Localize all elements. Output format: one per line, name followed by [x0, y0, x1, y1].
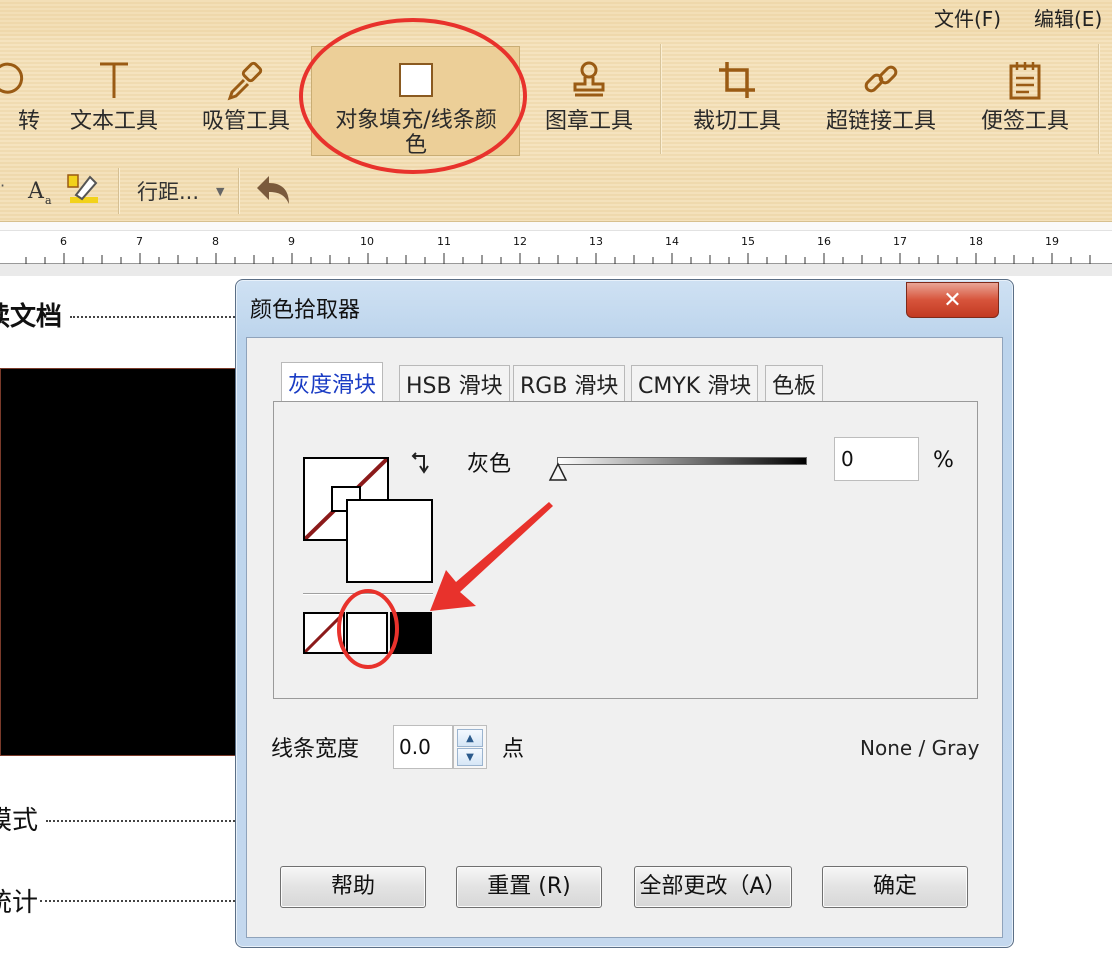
- reset-button[interactable]: 重置 (R): [456, 866, 602, 908]
- ruler-tick-label: 13: [589, 235, 603, 248]
- help-button[interactable]: 帮助: [280, 866, 426, 908]
- ruler-tick-label: 8: [212, 235, 219, 248]
- spin-up-icon[interactable]: ▲: [457, 729, 483, 747]
- eyedropper-tool-button[interactable]: 吸管工具: [194, 52, 298, 136]
- color-mode-label: None / Gray: [860, 736, 980, 760]
- menu-file[interactable]: 文件(F): [934, 3, 1001, 32]
- fill-line-color-label-line2: 色: [404, 133, 427, 158]
- ruler-tick-label: 7: [136, 235, 143, 248]
- swatch-divider: [303, 593, 433, 595]
- crop-tool-label: 裁切工具: [692, 109, 781, 134]
- line-width-input[interactable]: [393, 725, 453, 769]
- ruler-tick-label: 6: [60, 235, 67, 248]
- note-icon: [972, 52, 1078, 108]
- text-tool-label: 文本工具: [69, 109, 158, 134]
- rotate-icon: [0, 52, 40, 108]
- ruler-tick-label: 14: [665, 235, 679, 248]
- doc-leader-dots: [70, 316, 235, 318]
- ruler-tick-label: 15: [741, 235, 755, 248]
- ruler-tick-label: 17: [893, 235, 907, 248]
- rotate-tool-label: 转: [17, 109, 40, 134]
- svg-text:A: A: [27, 179, 45, 204]
- gray-slider-track[interactable]: [557, 457, 807, 465]
- dialog-title: 颜色拾取器: [250, 298, 361, 323]
- overflow-dot-icon: ·: [0, 176, 6, 195]
- svg-text:a: a: [45, 194, 52, 206]
- crop-icon: [685, 52, 789, 108]
- rotate-tool-button[interactable]: 转: [0, 52, 40, 136]
- white-color-swatch[interactable]: [346, 612, 388, 654]
- toolbar2-separator: [238, 168, 240, 214]
- spin-down-icon[interactable]: ▼: [457, 748, 483, 766]
- stamp-tool-label: 图章工具: [544, 109, 633, 134]
- text-t-icon: [62, 52, 166, 108]
- doc-leader-dots: [40, 900, 235, 902]
- line-spacing-button[interactable]: 行距...: [137, 176, 199, 206]
- note-tool-label: 便签工具: [980, 109, 1069, 134]
- stamp-tool-button[interactable]: 图章工具: [536, 52, 642, 136]
- close-icon: ✕: [943, 287, 962, 313]
- black-color-swatch[interactable]: [390, 612, 432, 654]
- apply-all-button[interactable]: 全部更改（A）: [634, 866, 792, 908]
- line-width-stepper[interactable]: ▲ ▼: [453, 725, 487, 769]
- tab-rgb-slider[interactable]: RGB 滑块: [513, 365, 626, 402]
- hyperlink-tool-button[interactable]: 超链接工具: [815, 52, 947, 136]
- ruler-tick-label: 11: [437, 235, 451, 248]
- text-tool-button[interactable]: 文本工具: [62, 52, 166, 136]
- hyperlink-tool-label: 超链接工具: [825, 109, 936, 134]
- ok-button[interactable]: 确定: [822, 866, 968, 908]
- horizontal-ruler: 6 7 8 9 10 11 12 13 14 15 16 17 18 19: [0, 230, 1112, 264]
- swap-colors-icon[interactable]: [410, 452, 434, 484]
- doc-black-rectangle[interactable]: [0, 368, 240, 756]
- menu-edit[interactable]: 编辑(E): [1034, 3, 1102, 32]
- doc-leader-dots: [46, 820, 235, 822]
- fill-square-icon: [315, 52, 517, 108]
- tab-cmyk-slider[interactable]: CMYK 滑块: [631, 365, 759, 402]
- toolbar2-separator: [118, 168, 120, 214]
- doc-toc-line-3: 统计: [0, 888, 39, 918]
- unit-label: 点: [502, 737, 525, 762]
- close-button[interactable]: ✕: [906, 282, 999, 318]
- ruler-tick-label: 19: [1045, 235, 1059, 248]
- fill-color-swatch[interactable]: [346, 499, 433, 583]
- ruler-tick-label: 12: [513, 235, 527, 248]
- tab-swatches[interactable]: 色板: [765, 365, 824, 402]
- stamp-icon: [536, 52, 642, 108]
- slider-thumb-icon[interactable]: [548, 462, 568, 486]
- tab-hsb-slider[interactable]: HSB 滑块: [399, 365, 510, 402]
- page-gap: [0, 264, 1112, 276]
- doc-toc-line-1: 读文档: [0, 302, 63, 332]
- toolbar-separator: [660, 44, 662, 154]
- toolbar-separator: [1098, 44, 1100, 154]
- none-color-swatch[interactable]: [303, 612, 345, 654]
- gray-value-input[interactable]: [834, 437, 919, 481]
- fill-line-color-tool-button[interactable]: 对象填充/线条颜 色: [315, 52, 517, 158]
- ruler-tick-label: 10: [360, 235, 374, 248]
- ruler-tick-label: 18: [969, 235, 983, 248]
- dropdown-arrow-icon[interactable]: ▼: [216, 185, 224, 198]
- font-size-icon[interactable]: A a: [26, 176, 60, 210]
- ruler-tick-label: 16: [817, 235, 831, 248]
- percent-sign: %: [933, 448, 954, 473]
- link-icon: [815, 52, 947, 108]
- ruler-tick-label: 9: [288, 235, 295, 248]
- gray-label: 灰色: [467, 452, 512, 477]
- fill-line-color-label-line1: 对象填充/线条颜: [335, 108, 497, 133]
- eyedropper-tool-label: 吸管工具: [201, 109, 290, 134]
- note-tool-button[interactable]: 便签工具: [972, 52, 1078, 136]
- eyedropper-icon: [194, 52, 298, 108]
- highlight-pen-icon[interactable]: [66, 171, 102, 211]
- undo-arrow-icon[interactable]: [255, 174, 291, 212]
- tab-grayscale-slider[interactable]: 灰度滑块: [281, 362, 384, 402]
- crop-tool-button[interactable]: 裁切工具: [685, 52, 789, 136]
- line-width-label: 线条宽度: [271, 737, 360, 762]
- doc-toc-line-2: 模式: [0, 806, 39, 836]
